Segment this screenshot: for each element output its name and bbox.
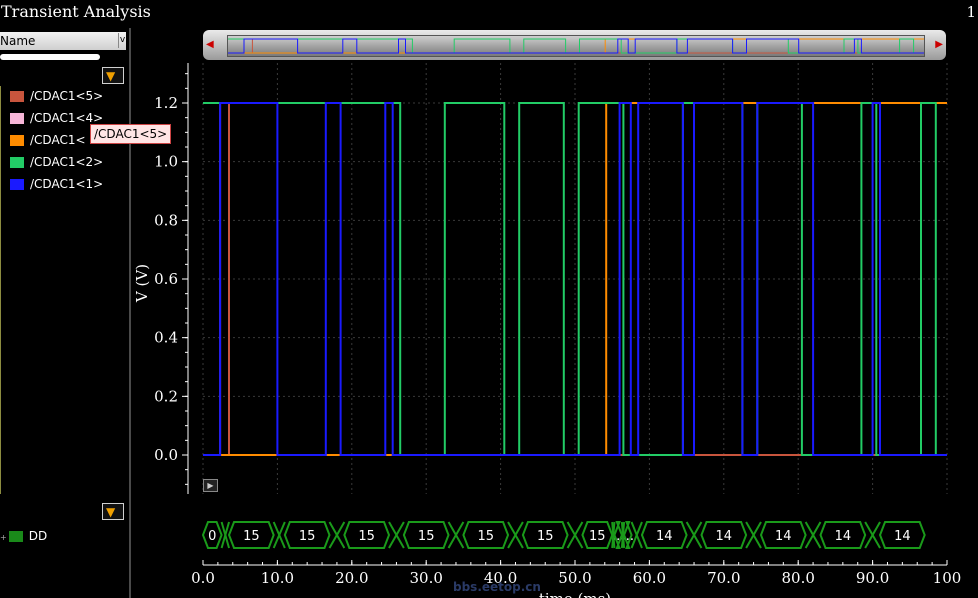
expand-toggle-button[interactable]: ▶ xyxy=(203,479,218,492)
y-tick-label: 1.0 xyxy=(154,153,178,171)
watermark-text: bbs.eetop.cn xyxy=(453,580,541,594)
y-tick-label: 1.2 xyxy=(154,94,178,112)
y-tick-label: 0.2 xyxy=(154,387,178,405)
x-tick-label: 60.0 xyxy=(633,569,666,587)
x-tick-label: 30.0 xyxy=(409,569,442,587)
bus-value-label: 15 xyxy=(477,529,494,544)
waveform-plot: 1.21.00.80.60.40.20.00.0 10.0 20.0 30.0 40.0… xyxy=(133,63,961,598)
x-tick-label: 0.0 xyxy=(191,569,215,587)
bus-value-label: 0 xyxy=(208,529,216,544)
x-tick-label: 20.0 xyxy=(335,569,368,587)
y-tick-label: 0.8 xyxy=(154,211,178,229)
bus-value-label: 15 xyxy=(243,529,260,544)
plot-axes: 1.21.00.80.60.40.20.00.0 10.0 20.0 30.0 40.0… xyxy=(154,63,961,587)
bus-value-label: 14 xyxy=(894,529,911,544)
y-tick-label: 0.4 xyxy=(154,329,178,347)
bus-value-label: 15 xyxy=(537,529,554,544)
y-axis-label: V (V) xyxy=(133,264,151,303)
bus-value-label: 14 xyxy=(716,529,733,544)
x-tick-label: 70.0 xyxy=(707,569,740,587)
y-tick-label: 0.6 xyxy=(154,270,178,288)
bus-value-label: 15 xyxy=(418,529,435,544)
bus-value-label: 15 xyxy=(358,529,375,544)
x-tick-label: 10.0 xyxy=(261,569,294,587)
x-tick-label: 50.0 xyxy=(558,569,591,587)
x-axis-label: time (ms) xyxy=(539,590,611,598)
plot-grid xyxy=(202,63,948,494)
bus-value-label: 14 xyxy=(775,529,792,544)
bus-value-label: 14 xyxy=(656,529,673,544)
x-tick-label: 100 xyxy=(933,569,962,587)
y-tick-label: 0.0 xyxy=(154,446,178,464)
bus-value-label: 14 xyxy=(835,529,852,544)
bus-trace-dd: 0 15 15 15 15 15 15 15...... 14 14 14 14 14 xyxy=(201,521,926,549)
bus-value-label: 15 xyxy=(299,529,316,544)
bus-value-label: 15 xyxy=(589,529,606,544)
x-tick-label: 90.0 xyxy=(856,569,889,587)
x-tick-label: 80.0 xyxy=(781,569,814,587)
